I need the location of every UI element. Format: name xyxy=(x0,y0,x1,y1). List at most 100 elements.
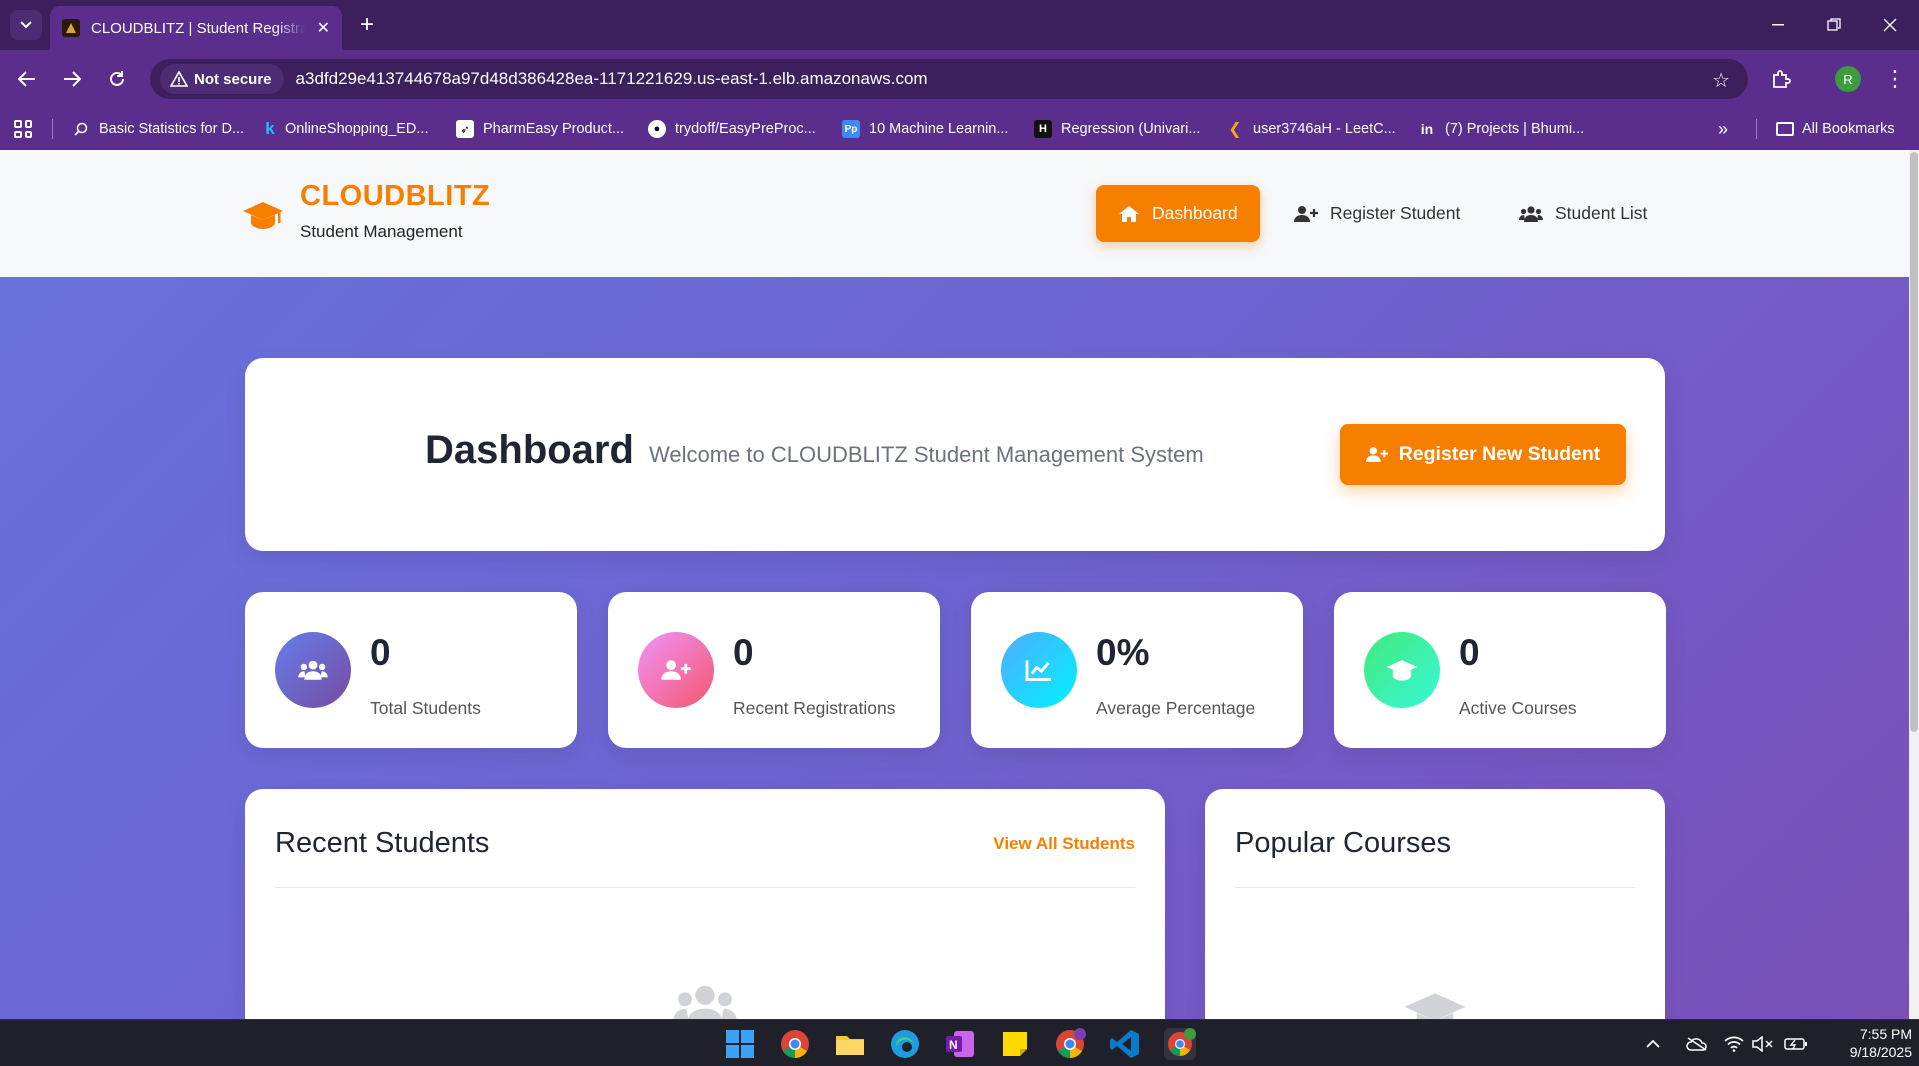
os-taskbar: N 7:55 PM 9/18/2025 xyxy=(0,1019,1919,1066)
scrollbar-thumb[interactable] xyxy=(1910,152,1918,732)
taskbar-file-explorer[interactable] xyxy=(834,1028,866,1060)
stat-icon-circle xyxy=(1001,632,1077,708)
nav-dashboard[interactable]: Dashboard xyxy=(1096,185,1260,242)
tab-search-button[interactable] xyxy=(10,10,42,40)
h-icon: H xyxy=(1034,120,1052,138)
security-indicator[interactable]: Not secure xyxy=(160,64,284,94)
pp-icon: Pp xyxy=(842,120,860,138)
bookmark-item[interactable]: Basic Statistics for D... xyxy=(72,108,244,150)
stat-icon-circle xyxy=(638,632,714,708)
users-icon xyxy=(1519,205,1543,222)
bookmark-item[interactable]: Pp 10 Machine Learnin... xyxy=(842,108,1008,150)
restore-button[interactable] xyxy=(1814,8,1854,42)
battery-icon[interactable] xyxy=(1784,1020,1808,1066)
brand-name[interactable]: CLOUDBLITZ xyxy=(300,180,490,213)
divider xyxy=(52,119,53,139)
nav-label: Student List xyxy=(1555,203,1648,223)
show-hidden-icons[interactable] xyxy=(1646,1020,1660,1066)
stat-label: Recent Registrations xyxy=(733,698,896,718)
bookmarks-bar: Basic Statistics for D... k OnlineShoppi… xyxy=(0,108,1919,150)
taskbar-onenote[interactable]: N xyxy=(944,1028,976,1060)
github-icon: ● xyxy=(648,120,666,138)
reload-icon xyxy=(110,71,124,86)
close-tab-icon[interactable]: ✕ xyxy=(317,18,330,38)
k-icon: k xyxy=(265,119,275,138)
graduation-cap-icon xyxy=(1404,993,1466,1019)
reload-button[interactable] xyxy=(100,62,134,96)
divider xyxy=(1235,887,1635,888)
panel-title: Recent Students xyxy=(275,827,490,859)
svg-text:N: N xyxy=(949,1038,958,1052)
taskbar-edge[interactable] xyxy=(889,1028,921,1060)
rocket-icon: ➶ xyxy=(456,120,474,138)
vscode-icon xyxy=(1110,1030,1139,1058)
page-subtitle: Welcome to CLOUDBLITZ Student Management… xyxy=(649,442,1204,467)
user-plus-icon xyxy=(1294,205,1318,222)
leetcode-icon: ❮ xyxy=(1228,121,1242,138)
bookmark-label: 10 Machine Learnin... xyxy=(869,121,1009,137)
bookmark-label: (7) Projects | Bhumi... xyxy=(1445,121,1585,137)
taskbar-sticky-notes[interactable] xyxy=(999,1028,1031,1060)
view-all-students-link[interactable]: View All Students xyxy=(993,834,1135,854)
extensions-button[interactable] xyxy=(1764,62,1798,96)
browser-toolbar: Not secure a3dfd29e413744678a97d48d38642… xyxy=(0,50,1919,108)
new-tab-button[interactable]: + xyxy=(352,10,382,40)
button-label: Register New Student xyxy=(1398,443,1601,465)
graduation-cap-icon xyxy=(1386,660,1418,681)
stat-value: 0% xyxy=(1096,632,1150,673)
close-window-button[interactable] xyxy=(1870,8,1910,42)
url-text: a3dfd29e413744678a97d48d386428ea-1171221… xyxy=(295,69,928,88)
back-button[interactable] xyxy=(10,62,44,96)
apps-grid-icon[interactable] xyxy=(14,120,32,138)
arrow-right-icon xyxy=(64,71,81,87)
bookmark-item[interactable]: ➶ PharmEasy Product... xyxy=(456,108,624,150)
edge-icon xyxy=(891,1030,919,1058)
profile-avatar[interactable]: R xyxy=(1835,66,1861,92)
nav-register-student[interactable]: Register Student xyxy=(1272,185,1482,242)
chrome-icon xyxy=(1056,1028,1086,1058)
all-bookmarks-button[interactable]: All Bookmarks xyxy=(1776,108,1895,150)
volume-muted-icon[interactable] xyxy=(1752,1020,1774,1066)
stat-label: Total Students xyxy=(370,698,481,718)
user-plus-icon xyxy=(661,660,691,680)
address-bar[interactable]: Not secure a3dfd29e413744678a97d48d38642… xyxy=(150,59,1748,99)
system-clock[interactable]: 7:55 PM 9/18/2025 xyxy=(1822,1025,1912,1061)
stat-label: Active Courses xyxy=(1459,698,1577,718)
folder-icon xyxy=(1776,122,1794,136)
start-button[interactable] xyxy=(724,1028,756,1060)
stat-card-average-percentage: 0% Average Percentage xyxy=(971,592,1303,748)
bookmark-item[interactable]: k OnlineShopping_ED... xyxy=(264,108,428,150)
taskbar-chrome[interactable] xyxy=(779,1028,811,1060)
bookmark-item[interactable]: ● trydoff/EasyPreProc... xyxy=(648,108,816,150)
nav-label: Register Student xyxy=(1330,203,1461,223)
taskbar-chrome-active[interactable] xyxy=(1164,1028,1196,1060)
register-new-student-button[interactable]: Register New Student xyxy=(1340,424,1626,485)
wifi-icon[interactable] xyxy=(1724,1020,1744,1066)
bookmark-item[interactable]: H Regression (Univari... xyxy=(1034,108,1200,150)
onedrive-icon[interactable] xyxy=(1686,1020,1708,1066)
bookmark-item[interactable]: in (7) Projects | Bhumi... xyxy=(1418,108,1584,150)
page-scrollbar[interactable] xyxy=(1909,150,1919,1019)
graduation-cap-icon xyxy=(243,202,283,229)
taskbar-chrome-profile[interactable] xyxy=(1054,1028,1086,1060)
forward-button[interactable] xyxy=(55,62,89,96)
browser-menu-icon[interactable]: ⋮ xyxy=(1880,62,1910,96)
page-title: Dashboard xyxy=(425,428,634,472)
divider xyxy=(1756,119,1757,139)
arrow-left-icon xyxy=(18,71,35,87)
bookmark-label: Basic Statistics for D... xyxy=(99,121,245,137)
bookmark-star-icon[interactable]: ☆ xyxy=(1712,68,1730,93)
minimize-button[interactable] xyxy=(1758,8,1798,42)
bookmark-item[interactable]: ❮ user3746aH - LeetC... xyxy=(1226,108,1395,150)
linkedin-icon: in xyxy=(1420,121,1434,137)
user-plus-icon xyxy=(1365,447,1388,462)
chevron-down-icon xyxy=(20,21,32,29)
browser-tab[interactable]: CLOUDBLITZ | Student Registration ✕ xyxy=(50,6,342,50)
nav-student-list[interactable]: Student List xyxy=(1497,185,1669,242)
clock-time: 7:55 PM xyxy=(1859,1026,1912,1042)
windows-icon xyxy=(726,1030,754,1058)
divider xyxy=(275,887,1135,888)
taskbar-vscode[interactable] xyxy=(1109,1028,1141,1060)
chrome-icon xyxy=(781,1030,809,1058)
more-bookmarks-icon[interactable]: » xyxy=(1718,108,1728,150)
